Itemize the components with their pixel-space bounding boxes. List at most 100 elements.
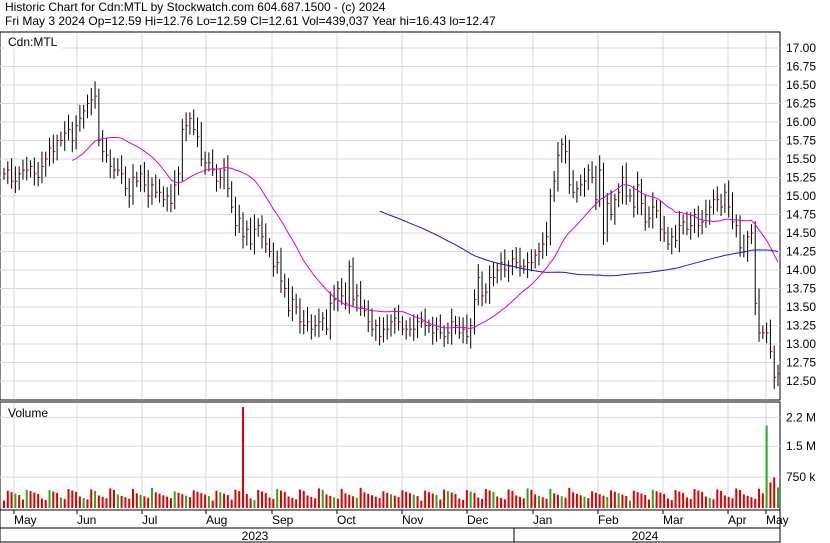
volume-bar — [697, 490, 700, 508]
volume-bar — [739, 489, 742, 508]
volume-bar — [143, 496, 146, 508]
price-tick-label: 14.00 — [786, 263, 816, 277]
volume-bar — [435, 495, 438, 508]
volume-bar — [708, 497, 711, 508]
volume-bar — [181, 494, 184, 508]
volume-bar — [689, 498, 692, 508]
volume-tick-label: 2.2 M — [786, 410, 816, 424]
volume-bar — [321, 489, 324, 508]
volume-bar — [105, 498, 108, 508]
price-tick-label: 15.25 — [786, 171, 816, 185]
volume-bar — [530, 489, 533, 508]
volume-bar — [644, 495, 647, 508]
volume-bar — [25, 489, 28, 508]
volume-bar — [625, 496, 628, 508]
price-tick-label: 13.25 — [786, 319, 816, 333]
volume-bar — [192, 490, 195, 508]
volume-bar — [568, 487, 571, 508]
month-label: Jan — [533, 513, 552, 527]
volume-bar — [469, 491, 472, 508]
volume-bar — [564, 497, 567, 508]
volume-bar — [295, 499, 298, 508]
volume-bar — [374, 496, 377, 508]
month-label: May — [14, 513, 37, 527]
price-tick-label: 14.50 — [786, 226, 816, 240]
volume-bar — [185, 495, 188, 508]
volume-bar — [761, 493, 764, 508]
price-tick-label: 16.00 — [786, 115, 816, 129]
volume-bar — [515, 495, 518, 508]
volume-bar — [382, 491, 385, 508]
volume-bar — [120, 495, 123, 508]
volume-bar — [363, 492, 366, 508]
volume-bar — [135, 493, 138, 508]
month-label: Dec — [467, 513, 488, 527]
volume-bar — [655, 491, 658, 508]
price-tick-label: 15.75 — [786, 134, 816, 148]
volume-bar — [291, 497, 294, 508]
volume-bar — [773, 477, 776, 508]
volume-bar — [720, 490, 723, 508]
volume-tick-label: 750 k — [786, 470, 816, 484]
volume-bar — [207, 496, 210, 508]
volume-bar — [314, 498, 317, 508]
volume-bar — [648, 499, 650, 508]
volume-bar — [283, 491, 286, 508]
volume-bar — [701, 491, 704, 508]
volume-bar — [522, 498, 525, 508]
volume-bar — [583, 496, 586, 508]
volume-bar — [481, 498, 484, 508]
volume-bar — [223, 493, 226, 508]
volume-bar — [162, 495, 165, 508]
volume-bar — [750, 497, 753, 508]
volume-bar — [124, 497, 127, 508]
volume-bar — [666, 498, 669, 508]
volume-bar — [86, 499, 89, 508]
month-label: Aug — [206, 513, 227, 527]
price-axis: 17.00 16.75 16.50 16.25 16.00 15.75 15.50 15.25… — [786, 41, 816, 388]
volume-bar — [591, 491, 594, 508]
volume-bar — [693, 489, 696, 508]
volume-bar — [10, 492, 13, 508]
volume-bar — [325, 494, 328, 508]
volume-bar — [446, 491, 449, 508]
volume-bar — [503, 499, 506, 508]
volume-bar — [712, 499, 715, 508]
volume-bar — [629, 500, 632, 508]
volume-bar — [401, 490, 404, 508]
volume-bar — [317, 488, 320, 508]
volume-bar — [443, 489, 446, 508]
volume-bar — [177, 492, 180, 508]
volume-bar — [420, 500, 423, 508]
volume-bar — [405, 491, 408, 508]
month-label: Apr — [728, 513, 747, 527]
volume-bar — [519, 496, 521, 508]
volume-bar — [640, 493, 643, 508]
volume-bar — [154, 492, 157, 508]
month-label: Jul — [142, 513, 157, 527]
volume-bar — [723, 495, 726, 508]
volume-bar — [777, 487, 779, 508]
volume-bar — [556, 494, 559, 508]
volume-bar — [534, 494, 537, 508]
volume-bar — [473, 492, 476, 508]
volume-bar — [412, 494, 415, 508]
month-label: Mar — [663, 513, 684, 527]
volume-bar — [340, 488, 343, 508]
volume-bar — [598, 494, 601, 508]
volume-bar — [621, 494, 624, 508]
volume-bar — [549, 488, 552, 508]
volume-bar — [359, 487, 362, 508]
volume-bar — [139, 494, 142, 508]
volume-bar — [21, 499, 24, 508]
volume-bar — [279, 490, 282, 508]
volume-bar — [390, 494, 392, 508]
volume-bar — [458, 498, 461, 508]
volume-bar — [18, 495, 21, 508]
volume-label: Volume — [8, 406, 48, 420]
price-tick-label: 16.50 — [786, 78, 816, 92]
month-label: May — [766, 513, 789, 527]
price-tick-label: 13.50 — [786, 300, 816, 314]
price-tick-label: 13.75 — [786, 282, 816, 296]
volume-bar — [249, 498, 252, 508]
